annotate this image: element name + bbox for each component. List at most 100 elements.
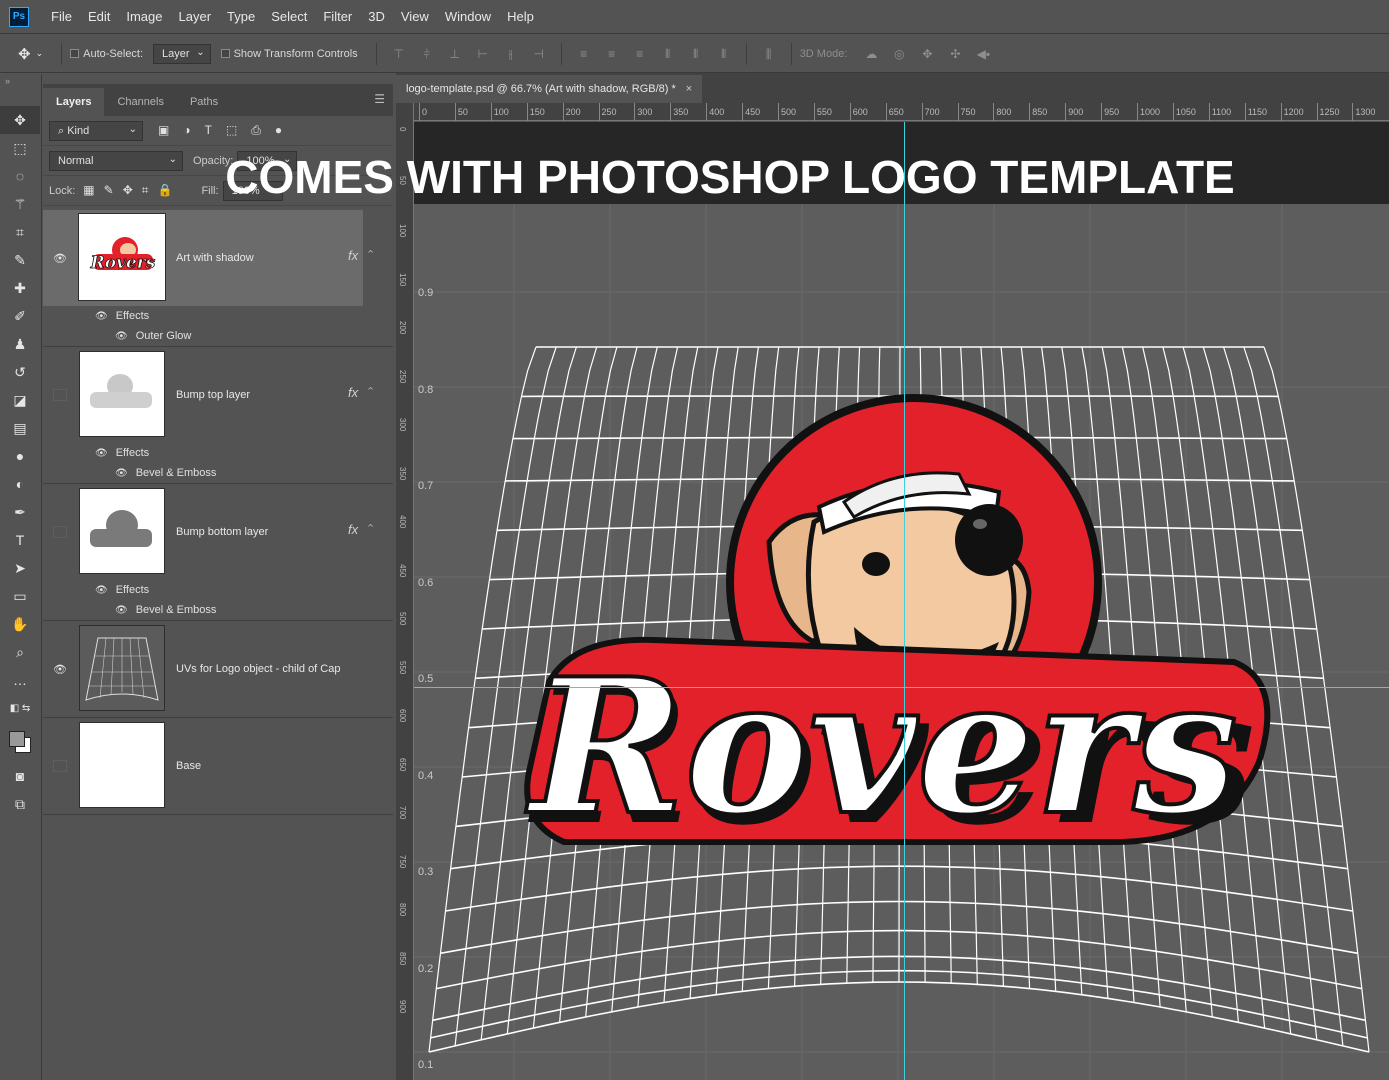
3d-orbit-icon[interactable]: ☁ bbox=[864, 47, 878, 61]
layer-row[interactable]: 👁 UVs for Logo object - child of Cap bbox=[43, 621, 363, 717]
align-vertical-center-icon[interactable]: ⫩ bbox=[420, 47, 434, 61]
visibility-toggle[interactable] bbox=[53, 760, 67, 772]
expand-effects-icon[interactable]: ⌃ bbox=[366, 522, 375, 535]
menu-image[interactable]: Image bbox=[118, 0, 170, 34]
document-tab[interactable]: logo-template.psd @ 66.7% (Art with shad… bbox=[396, 75, 703, 103]
effects-eye-icon[interactable]: 👁 bbox=[95, 448, 108, 459]
3d-roll-icon[interactable]: ◎ bbox=[892, 47, 906, 61]
layer-row[interactable]: Bump bottom layer fx ⌃ bbox=[43, 484, 375, 580]
layer-bump-bottom[interactable]: Bump bottom layer fx ⌃ 👁 Effects 👁 Bevel &… bbox=[43, 484, 393, 621]
eyedropper-tool-icon[interactable]: ✎ bbox=[0, 246, 40, 274]
edit-toolbar-icon[interactable]: … bbox=[0, 666, 40, 694]
effect-row[interactable]: 👁 Outer Glow bbox=[115, 326, 191, 346]
auto-align-icon[interactable]: ⫼ bbox=[762, 47, 776, 61]
3d-pan-icon[interactable]: ✥ bbox=[920, 47, 934, 61]
effect-row[interactable]: 👁 Bevel & Emboss bbox=[115, 463, 216, 483]
visibility-toggle[interactable] bbox=[53, 526, 67, 538]
lasso-tool-icon[interactable]: ◌ bbox=[0, 162, 40, 190]
auto-select-dropdown[interactable]: Layer bbox=[153, 43, 211, 64]
default-colors-icon[interactable]: ◧ ⇆ bbox=[0, 694, 40, 722]
distribute-right-icon[interactable]: ⦀ bbox=[717, 47, 731, 61]
menu-file[interactable]: File bbox=[43, 0, 80, 34]
quick-mask-icon[interactable]: ◙ bbox=[0, 762, 40, 790]
effects-eye-icon[interactable]: 👁 bbox=[95, 585, 108, 596]
distribute-bottom-icon[interactable]: ≡ bbox=[633, 47, 647, 61]
menu-3d[interactable]: 3D bbox=[360, 0, 393, 34]
distribute-top-icon[interactable]: ≡ bbox=[577, 47, 591, 61]
3d-slide-icon[interactable]: ✣ bbox=[948, 47, 962, 61]
menu-view[interactable]: View bbox=[393, 0, 437, 34]
history-brush-tool-icon[interactable]: ↺ bbox=[0, 358, 40, 386]
visibility-eye-icon[interactable]: 👁 bbox=[53, 663, 67, 676]
rectangle-tool-icon[interactable]: ▭ bbox=[0, 582, 40, 610]
distribute-middle-icon[interactable]: ≡ bbox=[605, 47, 619, 61]
align-horizontal-center-icon[interactable]: ⫲ bbox=[504, 47, 518, 61]
menu-select[interactable]: Select bbox=[263, 0, 315, 34]
marquee-tool-icon[interactable]: ⬚ bbox=[0, 134, 40, 162]
hand-tool-icon[interactable]: ✋ bbox=[0, 610, 40, 638]
panel-menu-icon[interactable]: ☰ bbox=[374, 92, 385, 106]
align-bottom-icon[interactable]: ⊥ bbox=[448, 47, 462, 61]
gradient-tool-icon[interactable]: ▤ bbox=[0, 414, 40, 442]
effect-row[interactable]: 👁 Bevel & Emboss bbox=[115, 600, 216, 620]
effects-eye-icon[interactable]: 👁 bbox=[95, 311, 108, 322]
photoshop-logo-icon[interactable]: Ps bbox=[9, 6, 29, 27]
type-tool-icon[interactable]: T bbox=[0, 526, 40, 554]
visibility-toggle[interactable] bbox=[53, 389, 67, 401]
layer-row[interactable]: Bump top layer fx ⌃ bbox=[43, 347, 375, 443]
crop-tool-icon[interactable]: ⌗ bbox=[0, 218, 40, 246]
layer-uvs[interactable]: 👁 UVs for Logo object - child of Cap bbox=[43, 621, 393, 718]
filter-type-icon[interactable]: T bbox=[205, 123, 212, 137]
magic-wand-tool-icon[interactable]: ⚚ bbox=[0, 190, 40, 218]
visibility-eye-icon[interactable]: 👁 bbox=[53, 252, 67, 265]
tab-paths[interactable]: Paths bbox=[177, 88, 231, 116]
show-transform-controls-checkbox[interactable]: Show Transform Controls bbox=[220, 48, 358, 60]
filter-toggle-icon[interactable]: ● bbox=[275, 123, 282, 137]
filter-pixel-icon[interactable]: ▣ bbox=[158, 123, 169, 137]
align-top-icon[interactable]: ⊤ bbox=[392, 47, 406, 61]
distribute-left-icon[interactable]: ⦀ bbox=[661, 47, 675, 61]
clone-stamp-tool-icon[interactable]: ♟ bbox=[0, 330, 40, 358]
guide-horizontal[interactable] bbox=[414, 687, 1389, 688]
close-tab-icon[interactable]: × bbox=[686, 75, 692, 103]
3d-scale-icon[interactable]: ◀▪ bbox=[976, 47, 990, 61]
effect-eye-icon[interactable]: 👁 bbox=[115, 468, 128, 479]
menu-filter[interactable]: Filter bbox=[315, 0, 360, 34]
tab-layers[interactable]: Layers bbox=[43, 88, 105, 116]
align-right-icon[interactable]: ⊣ bbox=[532, 47, 546, 61]
layer-bump-top[interactable]: Bump top layer fx ⌃ 👁 Effects 👁 Bevel & Em… bbox=[43, 347, 393, 484]
filter-smart-object-icon[interactable]: ⎙ bbox=[251, 123, 261, 137]
effects-row[interactable]: 👁 Effects bbox=[95, 443, 149, 463]
effect-eye-icon[interactable]: 👁 bbox=[115, 331, 128, 342]
ruler-horizontal[interactable]: 0 50 100 150 200 250 300 350 400 450 500 550 600 650 7… bbox=[414, 103, 1389, 121]
menu-edit[interactable]: Edit bbox=[80, 0, 118, 34]
dodge-tool-icon[interactable]: ◐ bbox=[0, 470, 40, 498]
filter-adjustment-icon[interactable]: ◑ bbox=[183, 123, 190, 137]
move-tool-preset-icon[interactable]: ✥ ⌄ bbox=[18, 45, 43, 63]
fx-icon[interactable]: fx bbox=[348, 522, 358, 537]
effects-row[interactable]: 👁 Effects bbox=[95, 580, 149, 600]
auto-select-checkbox[interactable]: Auto-Select: bbox=[70, 48, 143, 60]
zoom-tool-icon[interactable]: ⌕ bbox=[0, 638, 40, 666]
expand-effects-icon[interactable]: ⌃ bbox=[366, 385, 375, 398]
pen-tool-icon[interactable]: ✒ bbox=[0, 498, 40, 526]
lock-icons[interactable]: ▦✎✥⌗🔒 bbox=[83, 183, 181, 198]
brush-tool-icon[interactable]: ✐ bbox=[0, 302, 40, 330]
color-swatches-icon[interactable] bbox=[0, 722, 40, 762]
menu-layer[interactable]: Layer bbox=[171, 0, 220, 34]
filter-kind-dropdown[interactable]: ⌕ Kind bbox=[49, 120, 143, 141]
menu-type[interactable]: Type bbox=[219, 0, 263, 34]
menu-window[interactable]: Window bbox=[437, 0, 499, 34]
layer-row[interactable]: 👁 Rovers Art with shadow fx ⌃ bbox=[43, 210, 375, 306]
panel-collapse-icon[interactable]: » bbox=[0, 74, 41, 106]
layer-base[interactable]: Base bbox=[43, 718, 393, 815]
screen-mode-icon[interactable]: ⧉ bbox=[0, 790, 40, 818]
layer-art-with-shadow[interactable]: 👁 Rovers Art with shadow fx ⌃ 👁 Effects 👁… bbox=[43, 210, 393, 347]
tab-channels[interactable]: Channels bbox=[104, 88, 176, 116]
layer-row[interactable]: Base bbox=[43, 718, 363, 814]
expand-effects-icon[interactable]: ⌃ bbox=[366, 248, 375, 261]
blur-tool-icon[interactable]: ● bbox=[0, 442, 40, 470]
align-left-icon[interactable]: ⊢ bbox=[476, 47, 490, 61]
eraser-tool-icon[interactable]: ◪ bbox=[0, 386, 40, 414]
move-tool-icon[interactable]: ✥ bbox=[0, 106, 40, 134]
